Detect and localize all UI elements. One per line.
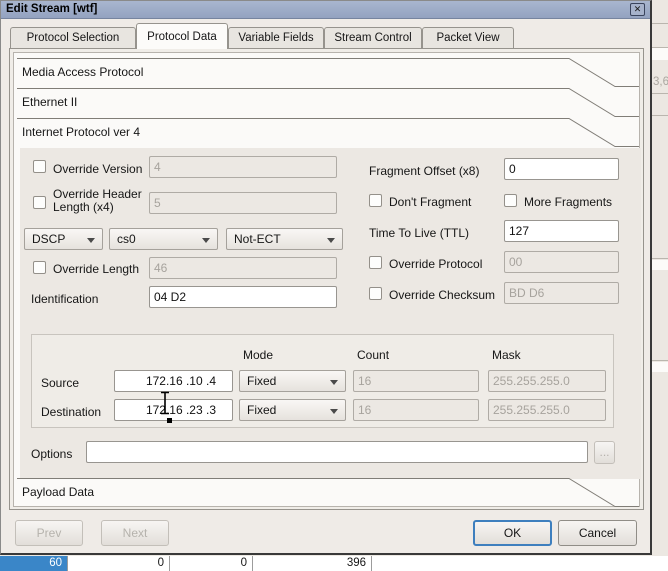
chevron-down-icon (202, 238, 210, 243)
destination-address-field[interactable] (114, 399, 233, 421)
dscp-mode-dropdown[interactable]: DSCP (24, 228, 103, 250)
section-header-ethernet2[interactable]: Ethernet II (17, 88, 639, 118)
section-label: Internet Protocol ver 4 (22, 125, 141, 139)
more-fragments-label: More Fragments (524, 195, 613, 209)
source-count-field[interactable] (353, 370, 479, 392)
background-window-right-strip: 3,6 (652, 0, 668, 556)
more-fragments-checkbox[interactable] (504, 194, 517, 207)
destination-mode-dropdown[interactable]: Fixed (239, 399, 346, 421)
dropdown-value: DSCP (32, 232, 66, 246)
override-version-checkbox[interactable] (33, 160, 46, 173)
dropdown-value: cs0 (117, 232, 136, 246)
close-icon: ✕ (633, 4, 642, 14)
identification-label: Identification (31, 292, 99, 306)
override-checksum-label: Override Checksum (389, 288, 496, 302)
dont-fragment-checkbox[interactable] (369, 194, 382, 207)
next-button[interactable]: Next (101, 520, 169, 546)
chevron-down-icon (330, 409, 338, 414)
mask-column-header: Mask (492, 348, 521, 362)
fragment-offset-field[interactable] (504, 158, 619, 180)
section-label: Ethernet II (22, 95, 78, 109)
fragment-offset-label: Fragment Offset (x8) (369, 164, 480, 178)
override-length-checkbox[interactable] (33, 261, 46, 274)
tab-protocol-selection[interactable]: Protocol Selection (10, 27, 136, 49)
ecn-dropdown[interactable]: Not-ECT (226, 228, 343, 250)
close-button[interactable]: ✕ (630, 3, 645, 16)
checksum-field[interactable] (504, 282, 619, 304)
destination-row-label: Destination (41, 405, 102, 419)
destination-count-field[interactable] (353, 399, 479, 421)
tab-variable-fields[interactable]: Variable Fields (228, 27, 324, 49)
dialog-title: Edit Stream [wtf] (6, 3, 98, 15)
stat-cell-selected: 60 (0, 556, 68, 571)
section-header-media-access[interactable]: Media Access Protocol (17, 58, 639, 88)
mode-column-header: Mode (243, 348, 274, 362)
source-mode-dropdown[interactable]: Fixed (239, 370, 346, 392)
tab-stream-control[interactable]: Stream Control (324, 27, 422, 49)
section-label: Media Access Protocol (22, 65, 144, 79)
source-mask-field[interactable] (488, 370, 606, 392)
source-row-label: Source (41, 376, 80, 390)
tab-packet-view[interactable]: Packet View (422, 27, 514, 49)
override-header-length-checkbox[interactable] (33, 196, 46, 209)
section-fold-line (17, 88, 639, 117)
dont-fragment-label: Don't Fragment (389, 195, 472, 209)
chevron-down-icon (327, 238, 335, 243)
length-field[interactable] (149, 257, 337, 279)
options-label: Options (31, 447, 73, 461)
override-version-label: Override Version (53, 162, 143, 176)
ttl-label: Time To Live (TTL) (369, 226, 470, 240)
section-fold-line (17, 478, 639, 507)
text-caret (167, 418, 172, 423)
override-checksum-checkbox[interactable] (369, 287, 382, 300)
background-stats-row: 60 0 0 396 (0, 556, 668, 571)
edit-stream-dialog: Edit Stream [wtf] ✕ Protocol Selection P… (0, 0, 652, 555)
dscp-class-dropdown[interactable]: cs0 (109, 228, 218, 250)
tab-protocol-data[interactable]: Protocol Data (136, 23, 228, 49)
protocol-field[interactable] (504, 251, 619, 273)
text-cursor-icon (161, 391, 169, 415)
header-length-field[interactable] (149, 192, 337, 214)
background-clipped-value: 3,6 (653, 76, 668, 88)
version-field[interactable] (149, 156, 337, 178)
destination-mask-field[interactable] (488, 399, 606, 421)
count-column-header: Count (357, 348, 390, 362)
identification-field[interactable] (149, 286, 337, 308)
chevron-down-icon (87, 238, 95, 243)
section-header-ipv4[interactable]: Internet Protocol ver 4 (17, 118, 639, 148)
chevron-down-icon (330, 380, 338, 385)
ok-button[interactable]: OK (473, 520, 552, 546)
override-length-label: Override Length (53, 262, 140, 276)
override-protocol-checkbox[interactable] (369, 256, 382, 269)
options-browse-button[interactable]: ... (594, 441, 615, 464)
source-address-field[interactable] (114, 370, 233, 392)
dropdown-value: Fixed (247, 403, 277, 417)
ttl-field[interactable] (504, 220, 619, 242)
override-protocol-label: Override Protocol (389, 257, 483, 271)
cancel-button[interactable]: Cancel (558, 520, 637, 546)
section-label: Payload Data (22, 485, 95, 499)
override-header-length-label: Override Header Length (x4) (53, 187, 142, 214)
prev-button[interactable]: Prev (15, 520, 83, 546)
dropdown-value: Fixed (247, 374, 277, 388)
options-field[interactable] (86, 441, 588, 463)
dropdown-value: Not-ECT (234, 232, 281, 246)
stat-cell: 0 (68, 556, 170, 571)
stat-cell: 0 (170, 556, 253, 571)
dialog-titlebar[interactable]: Edit Stream [wtf] ✕ (1, 1, 650, 19)
section-header-payload[interactable]: Payload Data (17, 478, 639, 508)
stat-cell: 396 (253, 556, 372, 571)
